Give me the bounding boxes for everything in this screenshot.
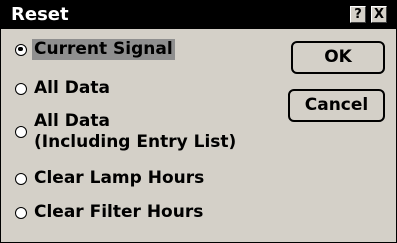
radio-option-clear-filter-hours[interactable]: Clear Filter Hours: [15, 202, 203, 223]
radio-unchecked-icon[interactable]: [15, 126, 27, 138]
dialog-title: Reset: [11, 4, 69, 25]
radio-option-all-data[interactable]: All Data: [15, 78, 110, 99]
option-label-line1: All Data: [34, 111, 110, 131]
title-bar: Reset ? X: [1, 1, 396, 29]
option-label-line2: (Including Entry List): [34, 132, 237, 152]
radio-option-all-data-including-entry-list[interactable]: All Data (Including Entry List): [15, 111, 236, 153]
option-label: Clear Lamp Hours: [34, 168, 205, 188]
close-icon[interactable]: X: [371, 6, 387, 23]
option-label: All Data: [34, 78, 110, 98]
option-label-stack: All Data (Including Entry List): [34, 111, 236, 153]
option-label: Current Signal: [32, 39, 175, 60]
cancel-button[interactable]: Cancel: [288, 89, 385, 122]
radio-option-clear-lamp-hours[interactable]: Clear Lamp Hours: [15, 168, 204, 189]
option-label: Clear Filter Hours: [34, 202, 204, 222]
radio-unchecked-icon[interactable]: [15, 172, 27, 185]
ok-button[interactable]: OK: [291, 41, 385, 74]
radio-option-current-signal[interactable]: Current Signal: [15, 39, 175, 60]
radio-checked-icon[interactable]: [15, 43, 27, 56]
radio-unchecked-icon[interactable]: [15, 206, 27, 219]
reset-dialog: Reset ? X Current Signal All Data All Da…: [0, 0, 397, 243]
help-icon[interactable]: ?: [350, 6, 366, 23]
radio-unchecked-icon[interactable]: [15, 82, 27, 95]
